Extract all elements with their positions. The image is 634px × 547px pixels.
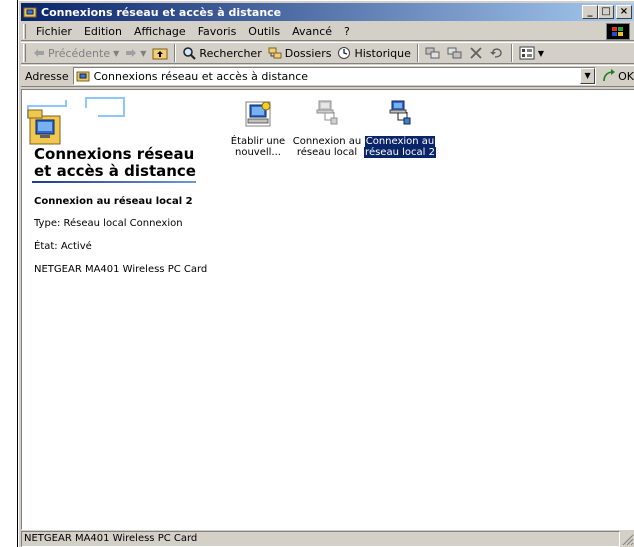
lan-connection-2-label-1: Connexion au — [364, 136, 436, 147]
forward-button[interactable]: ▼ — [122, 43, 149, 63]
move-to-button[interactable] — [422, 43, 444, 63]
undo-button[interactable] — [486, 43, 508, 63]
webview-title-line1: Connexions réseau — [34, 145, 195, 163]
webview-title: Connexions réseau et accès à distance — [34, 146, 196, 180]
toolbar-grip[interactable] — [23, 44, 26, 62]
up-button[interactable] — [149, 43, 171, 63]
selected-item-device: NETGEAR MA401 Wireless PC Card — [34, 264, 208, 275]
views-dropdown-icon[interactable]: ▼ — [538, 49, 544, 58]
copy-to-button[interactable] — [444, 43, 466, 63]
menu-edition[interactable]: Edition — [78, 25, 128, 38]
delete-icon — [470, 47, 482, 59]
background-strip — [0, 0, 18, 547]
new-connection-label-1: Établir une — [230, 136, 286, 147]
new-connection-icon — [245, 101, 271, 127]
explorer-window: Connexions réseau et accès à distance _ … — [18, 0, 634, 547]
address-value: Connexions réseau et accès à distance — [93, 69, 309, 83]
history-label: Historique — [354, 46, 411, 60]
views-icon — [519, 46, 535, 60]
search-button[interactable]: Rechercher — [179, 43, 264, 63]
new-connection-label-2: nouvell... — [235, 147, 281, 158]
webview-title-line2: et accès à distance — [34, 162, 196, 180]
toolbar-separator — [510, 44, 513, 62]
selected-item-name: Connexion au réseau local 2 — [34, 196, 193, 207]
views-button[interactable]: ▼ — [516, 43, 547, 63]
folders-button[interactable]: Dossiers — [265, 43, 335, 63]
menu-help[interactable]: ? — [338, 25, 356, 38]
window-title: Connexions réseau et accès à distance — [41, 5, 282, 19]
minimize-button[interactable]: _ — [582, 5, 598, 19]
title-bar[interactable]: Connexions réseau et accès à distance _ … — [21, 3, 634, 21]
maximize-button[interactable]: □ — [598, 5, 614, 19]
status-text: NETGEAR MA401 Wireless PC Card — [21, 531, 620, 547]
undo-icon — [489, 48, 502, 58]
copy-to-icon — [447, 47, 462, 59]
lan-connection-label-2: réseau local — [296, 147, 358, 158]
menu-affichage[interactable]: Affichage — [128, 25, 192, 38]
menu-fichier[interactable]: Fichier — [30, 25, 78, 38]
new-connection-item[interactable]: Établir une nouvell... — [221, 98, 295, 158]
close-button[interactable]: × — [616, 5, 632, 19]
menu-avance[interactable]: Avancé — [286, 25, 338, 38]
folders-icon — [268, 47, 282, 59]
menu-grip[interactable] — [23, 23, 26, 39]
toolbar-separator — [174, 44, 177, 62]
lan-connection-label-1: Connexion au — [292, 136, 362, 147]
back-dropdown-icon[interactable]: ▼ — [113, 49, 119, 58]
menu-outils[interactable]: Outils — [242, 25, 286, 38]
search-label: Rechercher — [199, 46, 262, 60]
up-folder-icon — [152, 48, 168, 60]
move-to-icon — [425, 47, 440, 59]
network-connections-folder-icon — [27, 97, 125, 145]
back-label: Précédente — [48, 46, 111, 60]
back-arrow-icon — [34, 49, 44, 57]
address-input[interactable]: Connexions réseau et accès à distance ▼ — [72, 67, 597, 85]
standard-toolbar: Précédente ▼ ▼ Rechercher Dossiers Histo… — [21, 42, 634, 64]
go-button[interactable]: OK — [602, 69, 634, 83]
history-button[interactable]: Historique — [334, 43, 413, 63]
lan-connection-2-label-2: réseau local 2 — [364, 147, 436, 158]
network-folder-icon — [76, 71, 90, 82]
go-arrow-icon — [603, 69, 616, 82]
lan-connection-disabled-icon — [316, 100, 338, 125]
webview-divider — [32, 181, 196, 183]
selected-item-type: Type: Réseau local Connexion — [34, 218, 183, 229]
resize-grip-icon[interactable] — [620, 532, 634, 546]
delete-button[interactable] — [466, 43, 486, 63]
forward-dropdown-icon[interactable]: ▼ — [140, 49, 146, 58]
selected-item-state: État: Activé — [34, 241, 92, 252]
folder-view: Connexions réseau et accès à distance Co… — [21, 89, 634, 530]
search-icon — [183, 47, 197, 60]
windows-logo-icon — [606, 23, 630, 40]
network-folder-icon — [23, 7, 37, 18]
address-label: Adresse — [25, 69, 69, 83]
lan-connection-icon — [389, 100, 411, 125]
lan-connection-2-item[interactable]: Connexion au réseau local 2 — [363, 98, 437, 158]
status-bar: NETGEAR MA401 Wireless PC Card — [21, 530, 634, 547]
address-dropdown-icon[interactable]: ▼ — [580, 68, 596, 84]
history-icon — [338, 47, 351, 59]
address-bar: Adresse Connexions réseau et accès à dis… — [21, 65, 634, 87]
menu-favoris[interactable]: Favoris — [192, 25, 243, 38]
forward-arrow-icon — [126, 49, 137, 57]
folders-label: Dossiers — [284, 46, 332, 60]
menu-bar: Fichier Edition Affichage Favoris Outils… — [21, 22, 634, 41]
toolbar-separator — [416, 44, 419, 62]
lan-connection-item[interactable]: Connexion au réseau local — [290, 98, 364, 158]
back-button[interactable]: Précédente ▼ — [30, 43, 122, 63]
go-label: OK — [618, 69, 634, 83]
